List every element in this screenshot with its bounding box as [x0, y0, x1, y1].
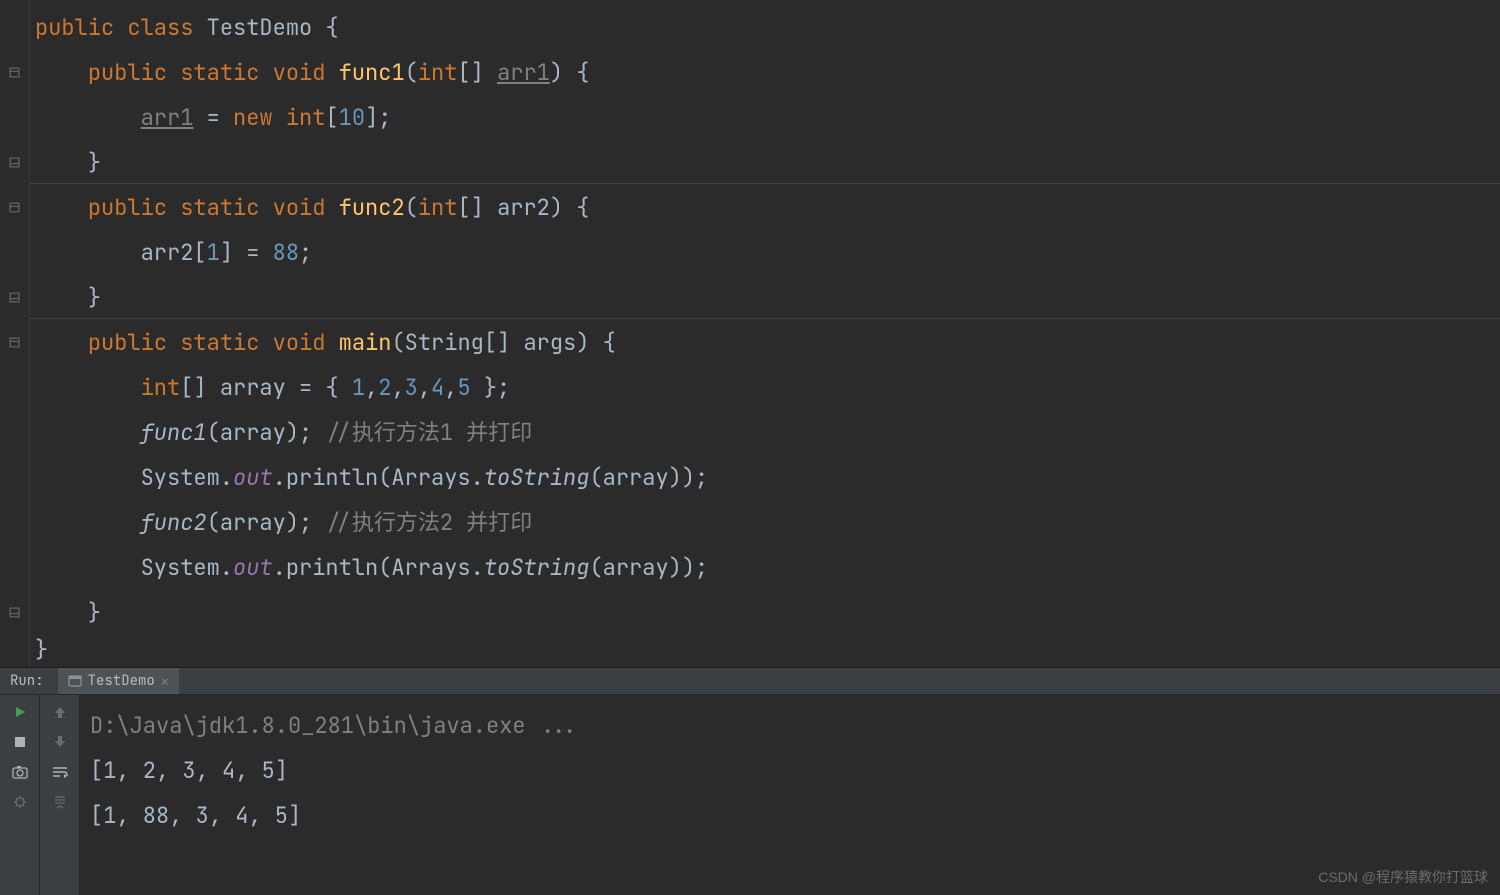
run-tab[interactable]: TestDemo ✕ — [58, 668, 179, 694]
console-line: [1, 88, 3, 4, 5] — [90, 793, 1490, 838]
code-line: func1(array); //执行方法1 并打印 — [35, 410, 1500, 455]
run-tab-label: TestDemo — [88, 672, 155, 690]
fold-icon[interactable] — [0, 140, 29, 185]
fold-icon[interactable] — [0, 185, 29, 230]
arrow-up-icon[interactable] — [51, 703, 69, 721]
code-line: } — [35, 590, 1500, 635]
code-line: public class TestDemo { — [35, 5, 1500, 50]
stop-icon[interactable] — [11, 733, 29, 751]
code-line: int[] array = { 1,2,3,4,5 }; — [35, 365, 1500, 410]
code-line: System.out.println(Arrays.toString(array… — [35, 455, 1500, 500]
debug-icon[interactable] — [11, 793, 29, 811]
code-line: } — [35, 275, 1500, 320]
code-line: arr1 = new int[10]; — [35, 95, 1500, 140]
fold-icon[interactable] — [0, 320, 29, 365]
code-line: public static void func2(int[] arr2) { — [35, 185, 1500, 230]
fold-icon[interactable] — [0, 590, 29, 635]
code-editor[interactable]: public class TestDemo { public static vo… — [0, 0, 1500, 667]
code-line: public static void main(String[] args) { — [35, 320, 1500, 365]
fold-icon[interactable] — [0, 95, 29, 140]
soft-wrap-icon[interactable] — [51, 763, 69, 781]
code-line: func2(array); //执行方法2 并打印 — [35, 500, 1500, 545]
code-line: } — [35, 635, 1500, 665]
code-line: public static void func1(int[] arr1) { — [35, 50, 1500, 95]
console-command: D:\Java\jdk1.8.0_281\bin\java.exe ... — [90, 703, 1490, 748]
code-line: System.out.println(Arrays.toString(array… — [35, 545, 1500, 590]
run-label: Run: — [10, 672, 44, 690]
run-toolbar-nav — [40, 695, 80, 895]
code-line: } — [35, 140, 1500, 185]
watermark: CSDN @程序猿教你打篮球 — [1318, 867, 1488, 887]
application-icon — [68, 674, 82, 688]
close-icon[interactable]: ✕ — [161, 673, 169, 690]
run-header: Run: TestDemo ✕ — [0, 668, 1500, 695]
code-line: arr2[1] = 88; — [35, 230, 1500, 275]
gutter — [0, 0, 30, 667]
fold-icon[interactable] — [0, 5, 29, 50]
arrow-down-icon[interactable] — [51, 733, 69, 751]
console-output[interactable]: D:\Java\jdk1.8.0_281\bin\java.exe ... [1… — [80, 695, 1500, 895]
fold-icon[interactable] — [0, 275, 29, 320]
console-line: [1, 2, 3, 4, 5] — [90, 748, 1490, 793]
scroll-to-end-icon[interactable] — [51, 793, 69, 811]
run-icon[interactable] — [11, 703, 29, 721]
fold-icon[interactable] — [0, 50, 29, 95]
code-area[interactable]: public class TestDemo { public static vo… — [30, 0, 1500, 667]
run-toolbar-left — [0, 695, 40, 895]
run-tool-window: Run: TestDemo ✕ D:\Java\jdk1.8.0_281\bin… — [0, 667, 1500, 895]
camera-icon[interactable] — [11, 763, 29, 781]
